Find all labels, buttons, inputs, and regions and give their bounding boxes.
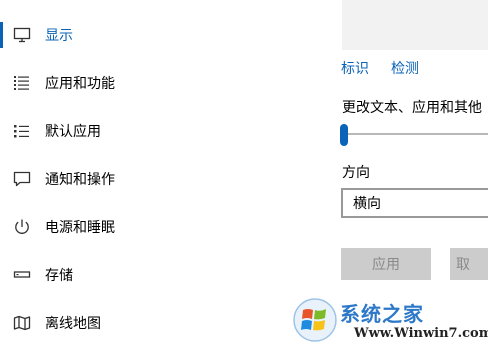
nav-item-label: 默认应用 [45, 124, 101, 140]
nav-item-notifications[interactable]: 通知和操作 [0, 159, 300, 199]
nav-item-storage[interactable]: 存储 [0, 255, 300, 295]
detect-link[interactable]: 检测 [391, 58, 419, 78]
scale-label: 更改文本、应用和其他 [342, 100, 482, 116]
nav-item-label: 显示 [45, 28, 73, 44]
map-icon [12, 313, 32, 333]
nav-item-label: 应用和功能 [45, 76, 115, 92]
nav-item-label: 离线地图 [45, 316, 101, 332]
slider-thumb[interactable] [340, 124, 348, 146]
nav-item-default-apps[interactable]: 默认应用 [0, 111, 300, 151]
nav-item-label: 电源和睡眠 [45, 220, 115, 236]
nav-item-label: 通知和操作 [45, 172, 115, 188]
nav-item-apps-features[interactable]: 应用和功能 [0, 63, 300, 103]
orientation-dropdown[interactable]: 横向 [341, 188, 488, 218]
default-apps-icon [12, 121, 32, 141]
active-indicator [0, 22, 3, 48]
nav-item-offline-maps[interactable]: 离线地图 [0, 303, 300, 343]
storage-icon [12, 265, 32, 285]
orientation-value: 横向 [353, 196, 381, 212]
monitor-icon [12, 25, 32, 45]
apps-list-icon [12, 73, 32, 93]
windows-logo-icon [293, 298, 337, 342]
scale-slider[interactable] [340, 124, 488, 146]
nav-item-label: 存储 [45, 268, 73, 284]
orientation-label: 方向 [342, 165, 370, 181]
display-preview[interactable] [342, 0, 488, 50]
settings-nav: 显示 应用和功能 默认应用 通知和操作 电源和睡眠 存储 离线地图 [0, 0, 300, 348]
watermark-url: Www.Winwin7.com [354, 326, 488, 341]
power-icon [12, 217, 32, 237]
notification-icon [12, 169, 32, 189]
nav-item-power-sleep[interactable]: 电源和睡眠 [0, 207, 300, 247]
slider-track [344, 133, 488, 135]
identify-link[interactable]: 标识 [341, 58, 369, 78]
apply-button[interactable]: 应用 [341, 248, 431, 280]
watermark-site-name: 系统之家 [340, 302, 424, 326]
watermark: 系统之家 Www.Winwin7.com [290, 293, 488, 348]
cancel-button[interactable]: 取 [450, 248, 488, 280]
nav-item-display[interactable]: 显示 [0, 15, 300, 55]
